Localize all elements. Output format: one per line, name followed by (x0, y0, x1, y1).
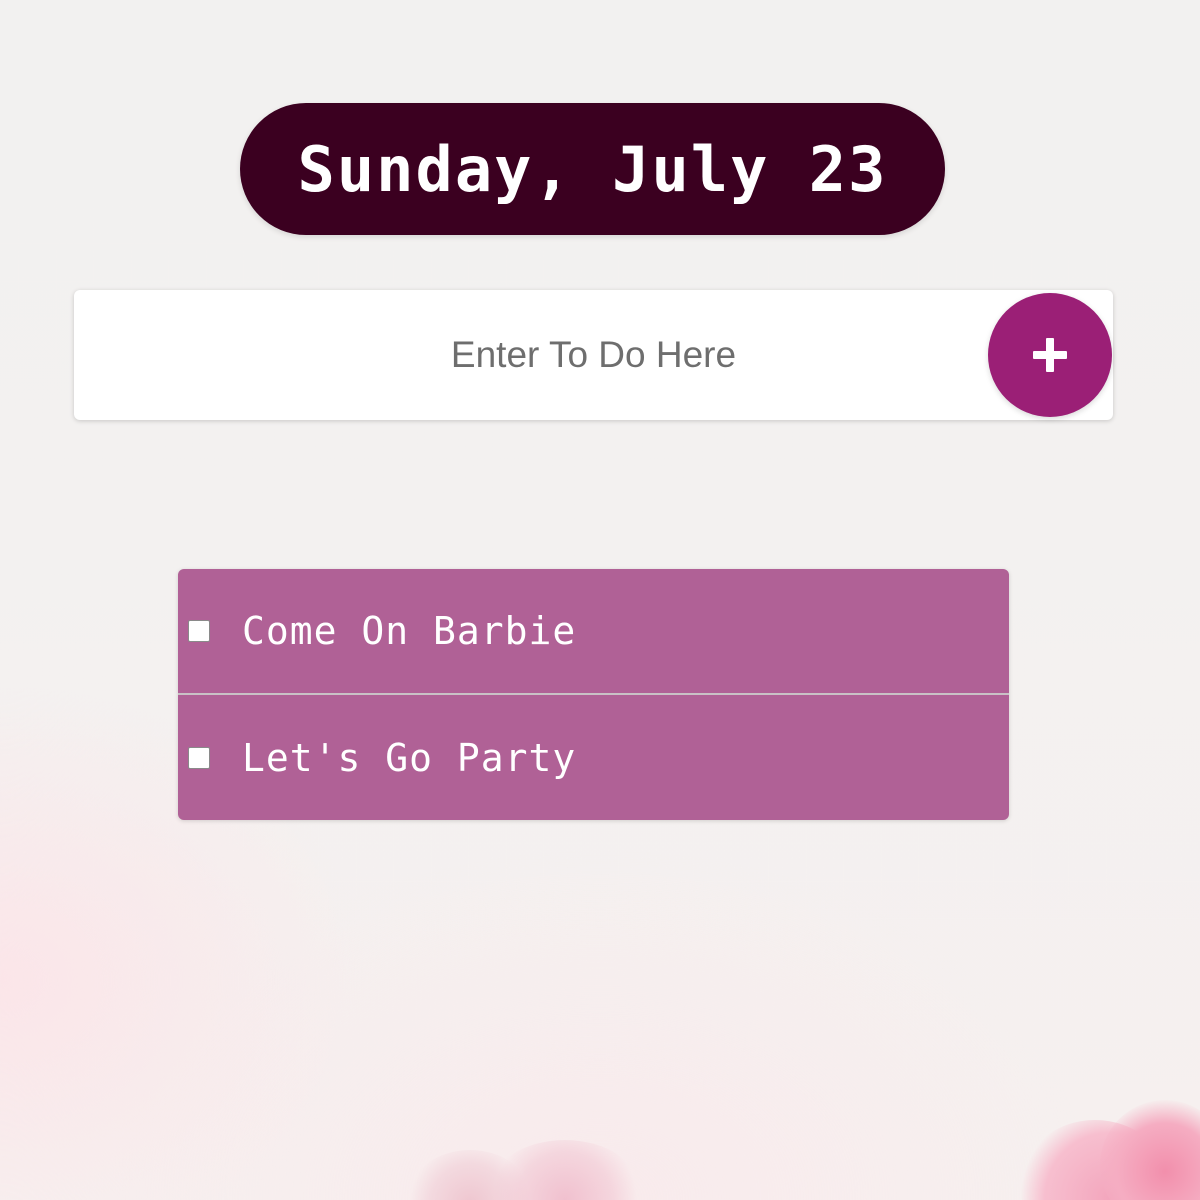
todo-item[interactable]: Come On Barbie (178, 569, 1009, 693)
todo-input-card (74, 290, 1113, 420)
add-todo-button[interactable] (988, 293, 1112, 417)
todo-checkbox[interactable] (188, 747, 210, 769)
background-flower-decoration (490, 1140, 640, 1200)
todo-item-text: Let's Go Party (242, 736, 577, 780)
date-text: Sunday, July 23 (297, 132, 888, 206)
todo-item-text: Come On Barbie (242, 609, 577, 653)
todo-input[interactable] (74, 290, 1113, 420)
background-flower-decoration (1100, 1100, 1200, 1200)
todo-item[interactable]: Let's Go Party (178, 696, 1009, 820)
date-header: Sunday, July 23 (240, 103, 945, 235)
plus-icon (1033, 338, 1067, 372)
todo-list: Come On Barbie Let's Go Party (178, 569, 1009, 820)
todo-divider (178, 693, 1009, 695)
todo-checkbox[interactable] (188, 620, 210, 642)
